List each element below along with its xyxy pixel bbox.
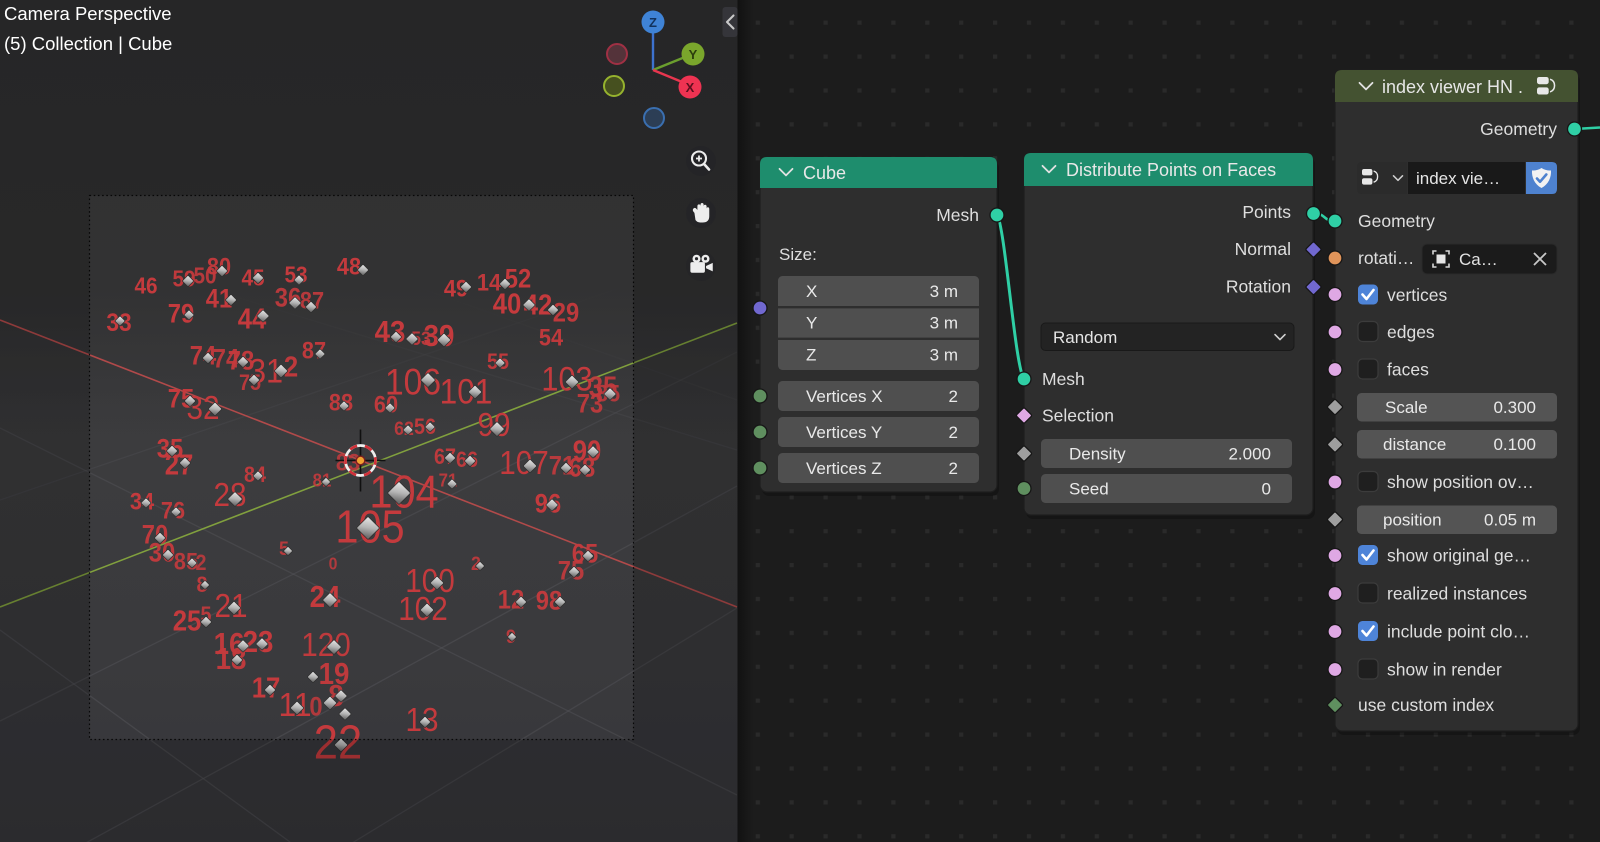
svg-text:71: 71 — [439, 470, 458, 491]
svg-text:index viewer HN .: index viewer HN . — [1382, 77, 1523, 97]
svg-text:59: 59 — [172, 265, 195, 291]
svg-text:(5) Collection | Cube: (5) Collection | Cube — [4, 33, 172, 54]
svg-text:distance: distance — [1383, 435, 1446, 454]
svg-text:73: 73 — [577, 389, 603, 419]
svg-text:Seed: Seed — [1069, 479, 1109, 498]
svg-text:Camera Perspective: Camera Perspective — [4, 3, 172, 24]
svg-text:Cube: Cube — [803, 163, 846, 183]
svg-text:realized instances: realized instances — [1387, 584, 1527, 604]
svg-text:3 m: 3 m — [930, 345, 958, 364]
svg-text:46: 46 — [134, 272, 157, 298]
svg-text:X: X — [806, 282, 817, 301]
svg-text:Vertices Z: Vertices Z — [806, 459, 882, 478]
svg-text:X: X — [686, 80, 695, 95]
svg-text:3 m: 3 m — [930, 314, 958, 333]
svg-text:Vertices Y: Vertices Y — [806, 423, 882, 442]
svg-text:Geometry: Geometry — [1358, 211, 1435, 231]
svg-text:3 m: 3 m — [930, 282, 958, 301]
svg-text:60: 60 — [374, 392, 398, 419]
svg-text:0.05 m: 0.05 m — [1484, 511, 1536, 530]
svg-text:Size:: Size: — [779, 245, 817, 264]
svg-text:36: 36 — [275, 283, 301, 313]
svg-text:Y: Y — [806, 314, 817, 333]
svg-text:Random: Random — [1053, 328, 1117, 347]
svg-text:Points: Points — [1242, 202, 1291, 222]
svg-text:25: 25 — [173, 605, 202, 637]
svg-text:rotati…: rotati… — [1358, 248, 1414, 268]
svg-text:Mesh: Mesh — [1042, 369, 1085, 389]
svg-text:39: 39 — [424, 318, 455, 353]
svg-text:107: 107 — [499, 444, 549, 481]
svg-text:position: position — [1383, 511, 1442, 530]
svg-text:Mesh: Mesh — [936, 205, 979, 225]
svg-text:Geometry: Geometry — [1480, 119, 1557, 139]
svg-text:edges: edges — [1387, 322, 1435, 342]
svg-text:Z: Z — [806, 345, 816, 364]
svg-text:2: 2 — [949, 459, 958, 478]
svg-text:faces: faces — [1387, 360, 1429, 380]
svg-text:88: 88 — [329, 390, 353, 417]
svg-text:2: 2 — [949, 423, 958, 442]
svg-text:40: 40 — [493, 288, 522, 320]
svg-text:Ca…: Ca… — [1459, 250, 1498, 269]
svg-text:Vertices X: Vertices X — [806, 387, 883, 406]
svg-text:show position ov…: show position ov… — [1387, 472, 1534, 492]
svg-text:Scale: Scale — [1385, 398, 1428, 417]
svg-text:0: 0 — [1262, 479, 1271, 498]
svg-text:48: 48 — [337, 254, 361, 281]
svg-text:43: 43 — [375, 314, 406, 349]
svg-text:show in render: show in render — [1387, 660, 1502, 680]
svg-text:Y: Y — [689, 47, 698, 62]
svg-text:Selection: Selection — [1042, 406, 1114, 426]
svg-text:Normal: Normal — [1235, 239, 1291, 259]
svg-text:index vie…: index vie… — [1416, 169, 1500, 188]
svg-text:54: 54 — [539, 325, 564, 352]
svg-text:24: 24 — [310, 579, 341, 614]
svg-text:2.000: 2.000 — [1228, 444, 1271, 463]
svg-text:Z: Z — [649, 15, 657, 30]
svg-text:vertices: vertices — [1387, 285, 1448, 305]
svg-text:Rotation: Rotation — [1226, 277, 1291, 297]
svg-text:2: 2 — [284, 351, 298, 383]
svg-text:2: 2 — [949, 387, 958, 406]
svg-text:show original ge…: show original ge… — [1387, 546, 1531, 566]
svg-text:Density: Density — [1069, 444, 1126, 463]
svg-text:0.100: 0.100 — [1493, 435, 1536, 454]
svg-text:Distribute Points on Faces: Distribute Points on Faces — [1066, 160, 1276, 180]
svg-text:28: 28 — [214, 476, 247, 513]
svg-text:0: 0 — [329, 553, 338, 573]
svg-text:80: 80 — [207, 254, 231, 281]
svg-text:use custom index: use custom index — [1358, 695, 1494, 715]
svg-text:0.300: 0.300 — [1493, 398, 1536, 417]
svg-text:include point clo…: include point clo… — [1387, 622, 1530, 642]
